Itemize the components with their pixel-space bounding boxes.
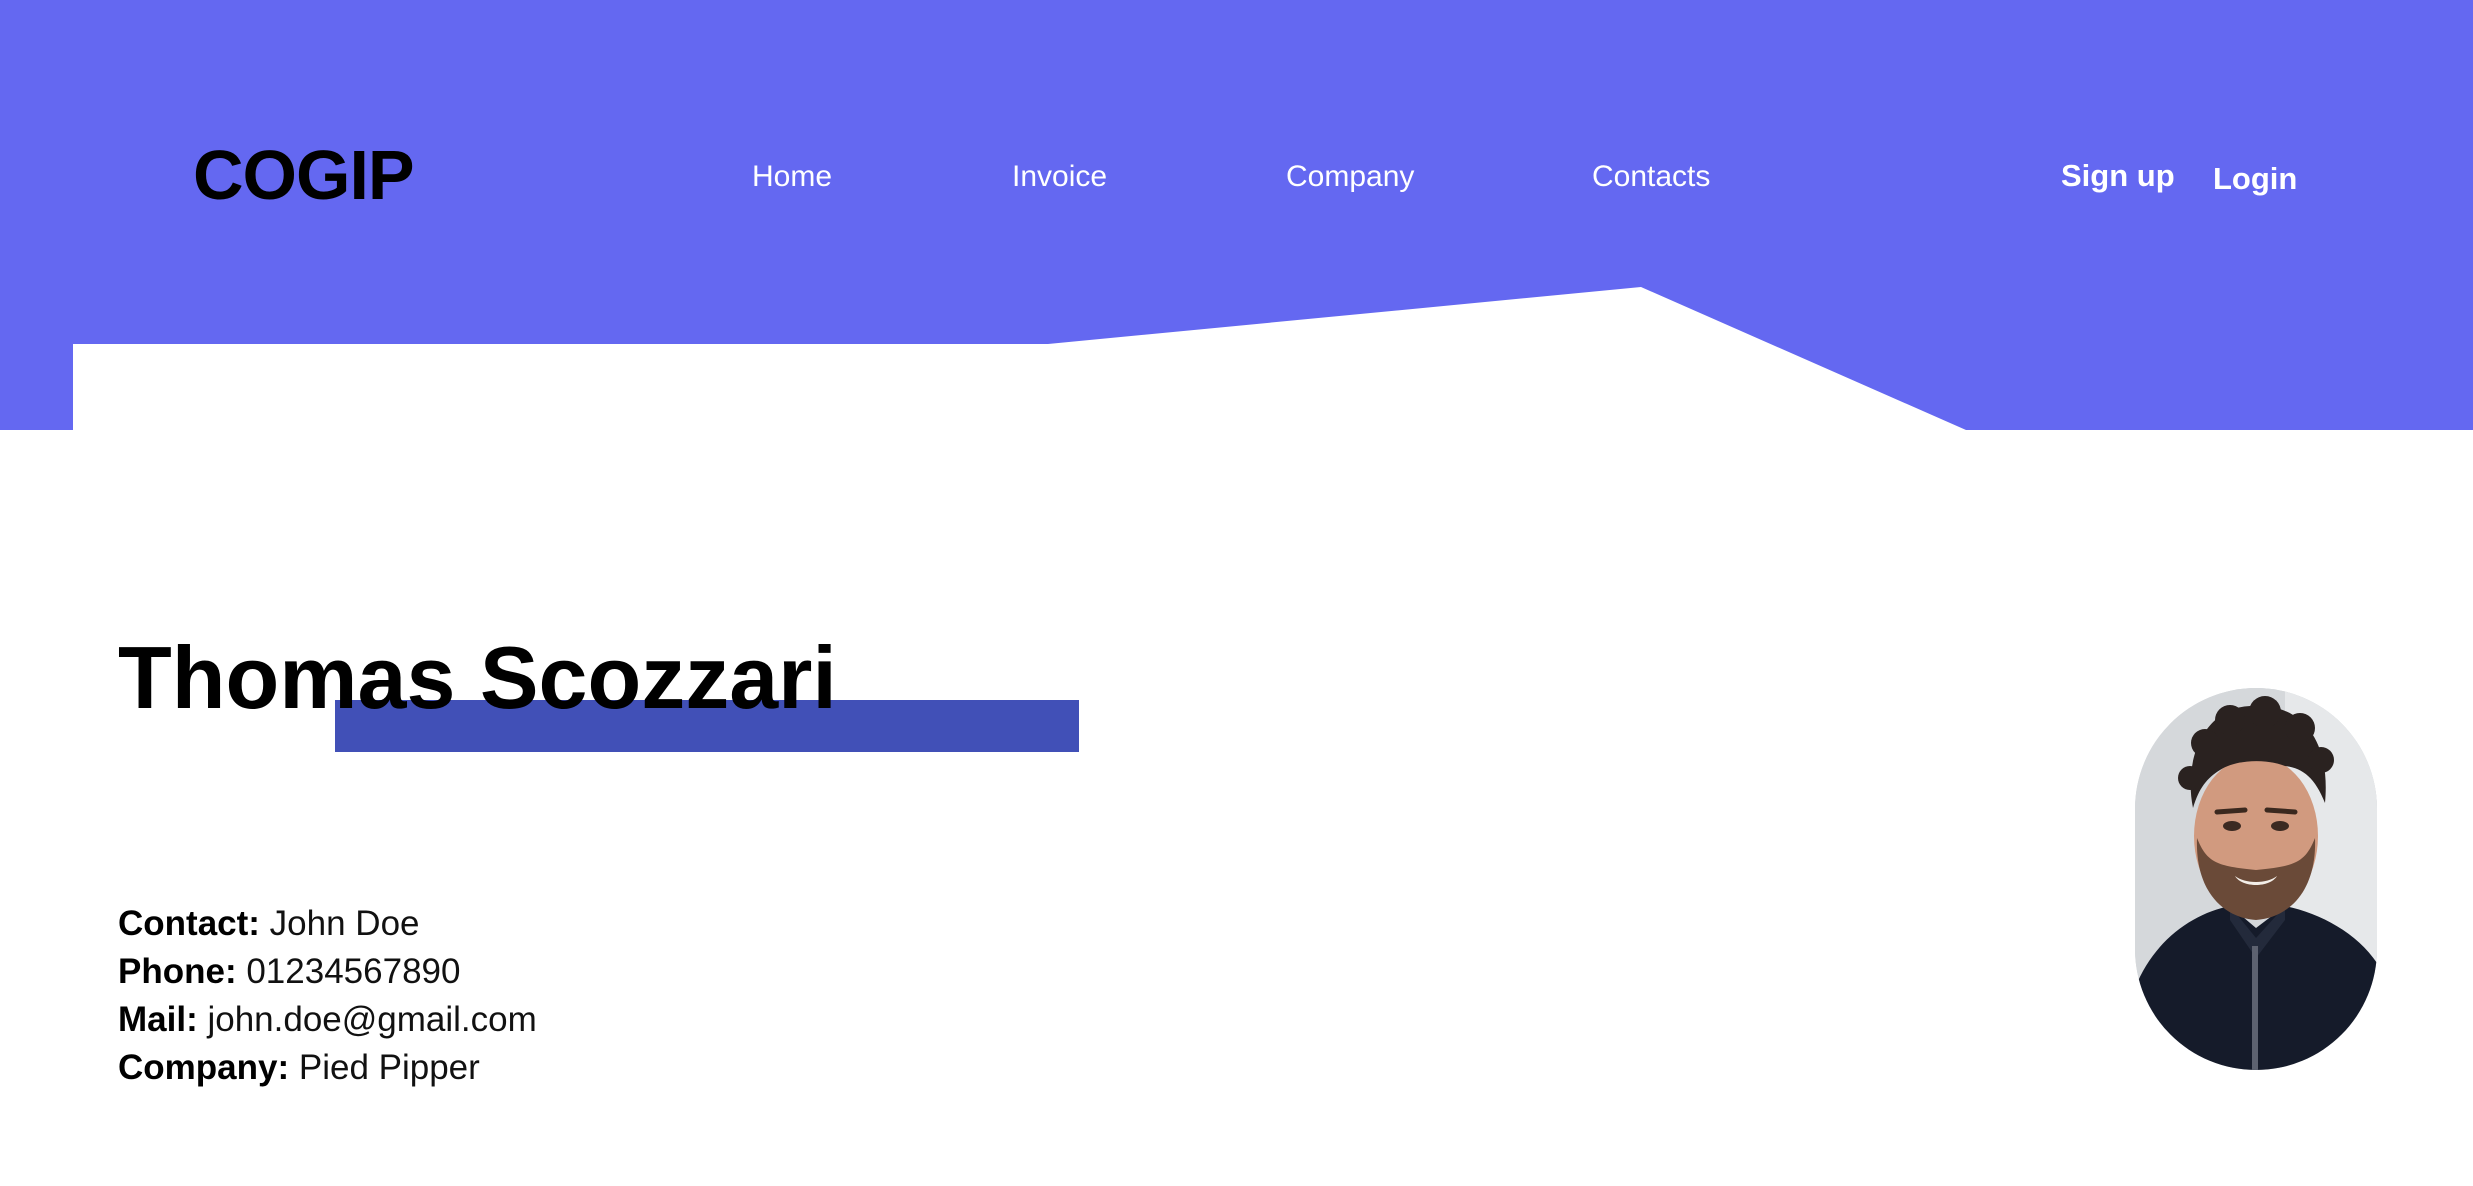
detail-row-mail: Mail: john.doe@gmail.com [118, 996, 537, 1044]
detail-label: Contact: [118, 904, 260, 943]
detail-label: Mail: [118, 1000, 198, 1039]
nav-invoice[interactable]: Invoice [1012, 162, 1107, 192]
login-button[interactable]: Login [2213, 163, 2297, 194]
detail-label: Phone: [118, 952, 237, 991]
profile-photo-icon [2135, 688, 2377, 1070]
detail-value: 01234567890 [246, 952, 461, 991]
detail-value: john.doe@gmail.com [207, 1000, 537, 1039]
nav-contacts[interactable]: Contacts [1592, 162, 1710, 192]
logo[interactable]: COGIP [193, 140, 415, 210]
avatar [2135, 688, 2377, 1070]
page-title-block: Thomas Scozzari [118, 628, 1118, 762]
detail-row-company: Company: Pied Pipper [118, 1044, 537, 1092]
signup-button[interactable]: Sign up [2061, 160, 2175, 191]
detail-value: John Doe [269, 904, 420, 943]
detail-row-contact: Contact: John Doe [118, 900, 537, 948]
contact-page: COGIP Home Invoice Company Contacts Sign… [0, 0, 2473, 1186]
detail-row-phone: Phone: 01234567890 [118, 948, 537, 996]
detail-value: Pied Pipper [298, 1048, 480, 1087]
contact-details: Contact: John Doe Phone: 01234567890 Mai… [118, 900, 537, 1092]
page-title: Thomas Scozzari [118, 628, 837, 727]
nav-home[interactable]: Home [752, 162, 832, 192]
header-shape [0, 0, 2473, 430]
detail-label: Company: [118, 1048, 290, 1087]
header-background [0, 0, 2473, 430]
nav-company[interactable]: Company [1286, 162, 1414, 192]
